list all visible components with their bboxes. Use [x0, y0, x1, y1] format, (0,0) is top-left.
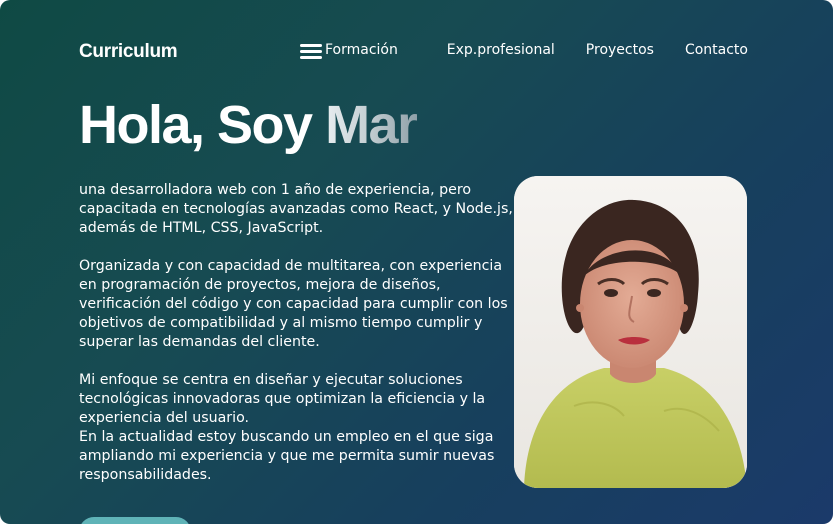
- bio-paragraph-goal: En la actualidad estoy buscando un emple…: [79, 429, 495, 483]
- nav-link-exp-profesional[interactable]: Exp.profesional: [447, 42, 555, 58]
- profile-photo-illustration: [514, 176, 747, 488]
- cta-button[interactable]: [79, 517, 191, 524]
- typed-name: Mar: [325, 95, 418, 155]
- site-logo[interactable]: Curriculum: [79, 41, 178, 63]
- bio-paragraph-skills: Organizada y con capacidad de multitarea…: [79, 258, 508, 350]
- nav-link-proyectos[interactable]: Proyectos: [586, 42, 654, 58]
- bio-paragraph-focus: Mi enfoque se centra en diseñar y ejecut…: [79, 372, 486, 426]
- main-nav: Formación Exp.profesional Proyectos Cont…: [300, 42, 748, 59]
- hero-title: Hola, Soy Mar: [79, 94, 418, 156]
- nav-link-formacion[interactable]: Formación: [325, 42, 398, 58]
- profile-photo: [514, 176, 747, 488]
- bio-paragraph-intro: una desarrolladora web con 1 año de expe…: [79, 182, 513, 236]
- nav-link-contacto[interactable]: Contacto: [685, 42, 748, 58]
- hamburger-menu-icon[interactable]: [300, 42, 322, 59]
- bio-text: una desarrolladora web con 1 año de expe…: [79, 181, 519, 485]
- hero-greeting: Hola, Soy: [79, 95, 326, 155]
- portfolio-page: Curriculum Formación Exp.profesional Pro…: [0, 0, 833, 524]
